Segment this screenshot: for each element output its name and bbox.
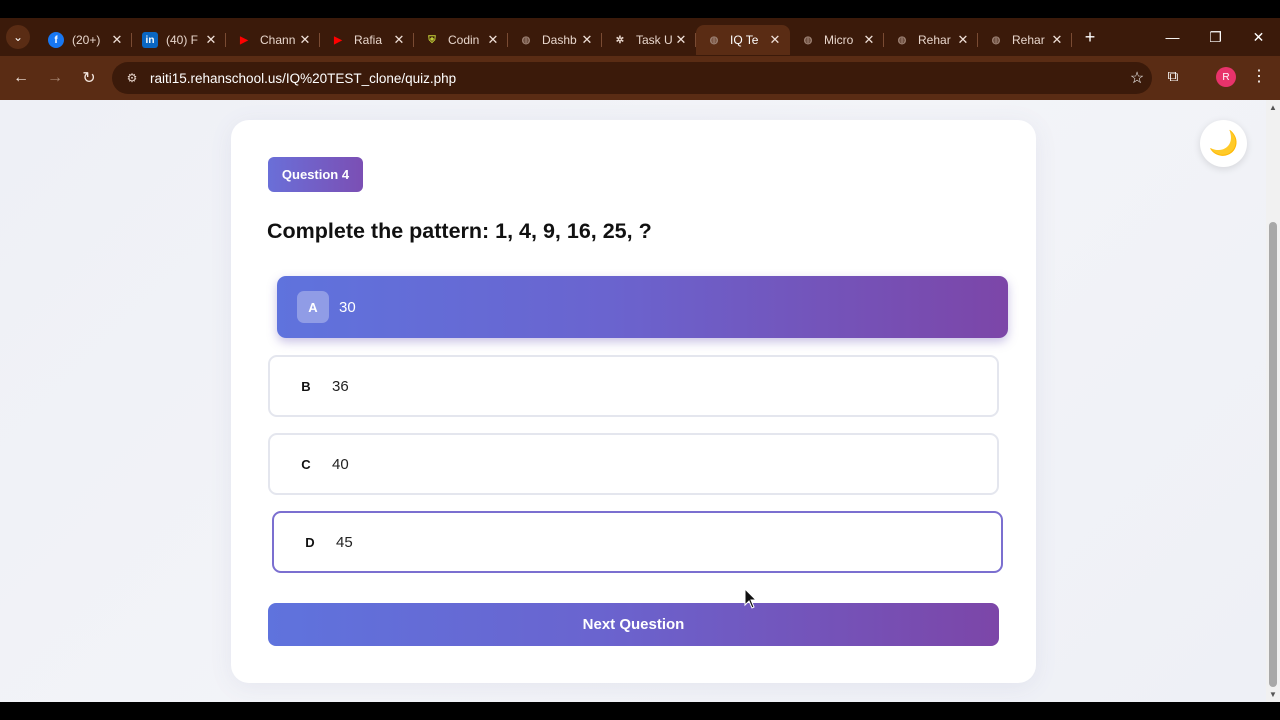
linkedin-icon: in [142,32,158,48]
option-letter: C [301,456,311,472]
browser-tab[interactable]: ◍ Micro ✕ [790,25,884,55]
moon-icon[interactable]: 🌙 [1200,120,1247,167]
bottom-strip [0,702,1280,720]
tab-close-icon[interactable]: ✕ [862,32,876,48]
tab-search-button[interactable]: ⌄ [6,25,30,49]
shield-icon: ⛨ [428,34,436,46]
browser-tab[interactable]: ◍ IQ Te ✕ [696,25,790,55]
top-strip [0,0,1280,18]
page-viewport: Question 4 Complete the pattern: 1, 4, 9… [0,100,1266,702]
globe-icon: ◍ [803,34,813,46]
scroll-thumb[interactable] [1269,222,1277,687]
tab-label: (20+) [72,33,101,47]
globe-icon: ◍ [709,34,719,46]
tab-label: Chann [260,33,296,47]
next-question-button[interactable]: Next Question [268,603,999,646]
tab-close-icon[interactable]: ✕ [298,32,312,48]
browser-tab[interactable]: in (40) F ✕ [132,25,226,55]
option-b[interactable]: B 36 [268,355,999,417]
tab-close-icon[interactable]: ✕ [392,32,406,48]
tab-bar: ⌄ f (20+) ✕ in (40) F ✕ ▶ Chann ✕ ▶ Rafia ✕ ⛨ Codin ✕ ◍… [0,18,1280,56]
option-letter: B [301,378,311,394]
tab-label: Micro [824,33,854,47]
url-text: raiti15.rehanschool.us/IQ%20TEST_clone/q… [150,70,457,86]
tab-close-icon[interactable]: ✕ [110,32,124,48]
browser-tab[interactable]: ▶ Chann ✕ [226,25,320,55]
browser-tab[interactable]: ◍ Rehar ✕ [884,25,978,55]
restore-icon[interactable]: ❐ [1194,18,1237,56]
scrollbar[interactable]: ▲ ▼ [1266,100,1280,702]
option-value: 36 [332,377,349,395]
forward-button[interactable]: → [38,61,72,95]
tab-label: Dashb [542,33,577,47]
tab-close-icon[interactable]: ✕ [674,32,688,48]
tab-close-icon[interactable]: ✕ [956,32,970,48]
option-letter: D [305,534,315,550]
close-window-icon[interactable]: ✕ [1237,18,1280,56]
tab-label: Codin [448,33,480,47]
tab-label: Rehar [1012,33,1045,47]
browser-tab[interactable]: ✲ Task U ✕ [602,25,696,55]
tab-label: (40) F [166,33,199,47]
back-button[interactable]: ← [4,61,38,95]
browser-tab[interactable]: ⛨ Codin ✕ [414,25,508,55]
tab-close-icon[interactable]: ✕ [768,32,782,48]
option-a[interactable]: A 30 [277,276,1008,338]
reload-button[interactable]: ↻ [72,61,106,95]
option-d[interactable]: D 45 [272,511,1003,573]
new-tab-button[interactable]: + [1076,23,1104,51]
bookmark-star-icon[interactable]: ☆ [1122,68,1152,88]
browser-tab[interactable]: ▶ Rafia ✕ [320,25,414,55]
extensions-icon[interactable]: ⧉ [1162,68,1184,90]
minimize-icon[interactable]: — [1151,18,1194,56]
omnibox[interactable]: ⚙ raiti15.rehanschool.us/IQ%20TEST_clone… [112,62,1152,94]
scroll-down-icon[interactable]: ▼ [1269,690,1277,699]
option-value: 40 [332,455,349,473]
youtube-icon: ▶ [334,34,342,46]
option-c[interactable]: C 40 [268,433,999,495]
address-bar: ← → ↻ ⚙ raiti15.rehanschool.us/IQ%20TEST… [0,56,1280,100]
youtube-icon: ▶ [240,34,248,46]
question-badge: Question 4 [268,157,363,192]
globe-icon: ◍ [521,34,531,46]
browser-tab[interactable]: f (20+) ✕ [38,25,132,55]
site-info-icon[interactable]: ⚙ [124,70,140,86]
globe-icon: ◍ [897,34,907,46]
tab-label: Rafia [354,33,383,47]
tab-label: Rehar [918,33,951,47]
tab-close-icon[interactable]: ✕ [1050,32,1064,48]
browser-tab[interactable]: ◍ Rehar ✕ [978,25,1072,55]
option-value: 30 [339,298,356,316]
tab-close-icon[interactable]: ✕ [580,32,594,48]
mouse-cursor-icon [744,588,758,609]
tab-label: Task U [636,33,673,47]
tab-close-icon[interactable]: ✕ [204,32,218,48]
theme-toggle-glyph: 🌙 [1208,130,1239,157]
tab-list: f (20+) ✕ in (40) F ✕ ▶ Chann ✕ ▶ Rafia ✕ ⛨ Codin ✕ ◍ Da… [38,19,1072,55]
tab-label: IQ Te [730,33,759,47]
tab-close-icon[interactable]: ✕ [486,32,500,48]
window-controls: — ❐ ✕ [1151,18,1280,56]
profile-avatar[interactable]: R [1216,67,1236,87]
option-letter: A [297,291,329,323]
option-value: 45 [336,533,353,551]
facebook-icon: f [48,32,64,48]
question-text: Complete the pattern: 1, 4, 9, 16, 25, ? [267,219,652,243]
openai-icon: ✲ [615,34,625,46]
scroll-up-icon[interactable]: ▲ [1269,103,1277,112]
globe-icon: ◍ [991,34,1001,46]
browser-tab[interactable]: ◍ Dashb ✕ [508,25,602,55]
quiz-card: Question 4 Complete the pattern: 1, 4, 9… [231,120,1036,683]
browser-menu-icon[interactable]: ⋮ [1250,66,1268,86]
